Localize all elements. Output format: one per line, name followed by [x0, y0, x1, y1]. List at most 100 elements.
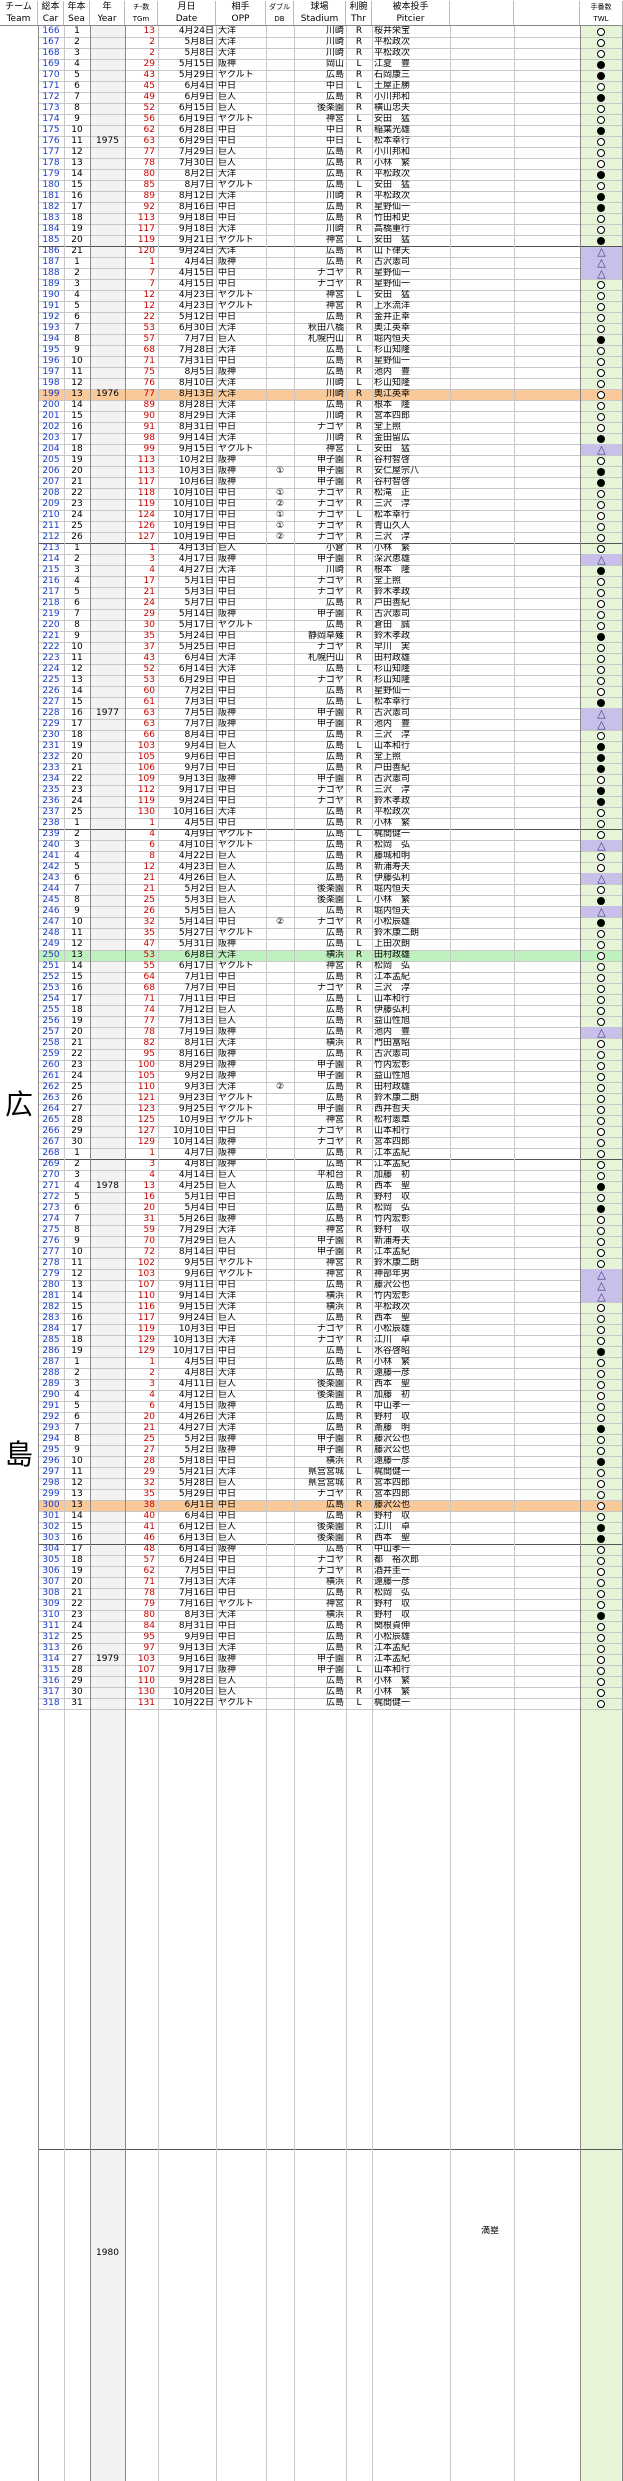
double-header [266, 686, 294, 697]
car-number: 237 [42, 807, 60, 817]
game-date: 9月17日 [178, 785, 214, 795]
stadium: 後楽園 [316, 1522, 344, 1532]
car-number: 224 [42, 664, 60, 674]
stadium: 甲子園 [316, 1236, 344, 1246]
loss-circle-icon [597, 1600, 605, 1609]
opponent: 中日 [218, 1203, 237, 1213]
double-header [266, 829, 294, 840]
opponent: 中日 [218, 994, 237, 1004]
pitcher-name: 横山忠夫 [374, 103, 411, 113]
game-date: 9月4日 [184, 741, 214, 751]
team-game: 24 [143, 598, 155, 608]
car-number: 306 [42, 1566, 60, 1576]
pitcher-name: 戸田善紀 [374, 763, 411, 773]
team-game: 85 [143, 180, 155, 190]
season-number: 3 [74, 1379, 80, 1389]
stadium: 広島 [325, 1412, 344, 1422]
game-date: 9月15日 [178, 1302, 214, 1312]
loss-circle-icon [597, 1215, 605, 1224]
double-header [266, 653, 294, 664]
car-number: 311 [42, 1621, 60, 1631]
pitcher-name: 平松政次 [374, 169, 411, 179]
team-game: 12 [143, 862, 155, 872]
season-number: 23 [71, 1610, 83, 1620]
loss-circle-icon [597, 1127, 605, 1136]
team-game: 112 [137, 785, 155, 795]
throw-hand: R [355, 433, 363, 443]
car-number: 313 [42, 1643, 60, 1653]
opponent: ヤクルト [218, 444, 254, 454]
throw-hand: R [355, 1159, 363, 1169]
season-number: 25 [71, 521, 83, 531]
loss-circle-icon [597, 808, 605, 817]
car-number: 244 [42, 884, 60, 894]
triangle-icon: △ [597, 1026, 606, 1039]
season-number: 26 [71, 1643, 83, 1653]
pitcher-name: 鈴木康二朗 [374, 928, 420, 938]
team-game: 13 [143, 1181, 155, 1191]
double-header [266, 257, 294, 268]
season-number: 26 [71, 1093, 83, 1103]
opponent: 巨人 [218, 334, 237, 344]
season-number: 1 [74, 26, 80, 36]
throw-hand: R [355, 1258, 363, 1268]
throw-hand: R [355, 499, 363, 509]
loss-circle-icon [597, 1248, 605, 1257]
opponent: 中日 [218, 1357, 237, 1367]
double-header [266, 1588, 294, 1599]
loss-circle-icon [597, 1589, 605, 1598]
pitcher-name: 星野仙一 [374, 202, 411, 212]
season-number: 10 [71, 125, 83, 135]
team-game: 107 [137, 1665, 155, 1675]
header-cell: 球場 [294, 1, 346, 13]
double-header [266, 1467, 294, 1478]
opponent: 中日 [218, 1621, 237, 1631]
team-game: 110 [137, 1082, 155, 1092]
pitcher-name: 鈴木康二朗 [374, 1258, 420, 1268]
throw-hand: R [355, 191, 363, 201]
game-date: 5月2日 [184, 1445, 214, 1455]
pitcher-name: 門田富昭 [374, 1038, 411, 1048]
car-number: 167 [42, 37, 60, 47]
double-header [266, 1291, 294, 1302]
loss-circle-icon [597, 1006, 605, 1015]
double-header [266, 785, 294, 796]
opponent: 大洋 [218, 26, 237, 36]
opponent: ヤクルト [218, 235, 254, 245]
team-game: 1 [149, 543, 155, 553]
pitcher-name: 上水流洋 [374, 301, 411, 311]
opponent: 中日 [218, 1489, 237, 1499]
header-cell: Year [90, 13, 125, 25]
game-date: 4月10日 [178, 840, 214, 850]
double-header [266, 796, 294, 807]
team-game: 53 [143, 950, 155, 960]
car-number: 273 [42, 1203, 60, 1213]
throw-hand: R [355, 103, 363, 113]
opponent: 中日 [218, 81, 237, 91]
loss-circle-icon [597, 1336, 605, 1345]
throw-hand: R [355, 1071, 363, 1081]
pitcher-name: 堀内恒夫 [374, 334, 411, 344]
game-date: 5月8日 [184, 48, 214, 58]
stadium: 神宮 [325, 235, 344, 245]
opponent: 阪神 [218, 466, 237, 476]
season-number: 4 [74, 576, 80, 586]
loss-circle-icon [597, 775, 605, 784]
car-number: 191 [42, 301, 60, 311]
team-game: 130 [137, 807, 155, 817]
double-header [266, 180, 294, 191]
column-divider [346, 26, 347, 2481]
pitcher-name: 小林 繁 [374, 895, 411, 905]
pitcher-name: 梶間健一 [374, 829, 411, 839]
season-number: 11 [71, 367, 83, 377]
car-number: 217 [42, 587, 60, 597]
season-number: 12 [71, 664, 83, 674]
pitcher-name: 梶間健一 [374, 1698, 411, 1708]
loss-circle-icon [597, 1699, 605, 1708]
season-number: 1 [74, 543, 80, 553]
stadium: 後楽園 [316, 1533, 344, 1543]
opponent: 阪神 [218, 1654, 237, 1664]
game-date: 6月17日 [178, 961, 214, 971]
opponent: ヤクルト [218, 1258, 254, 1268]
stadium: 甲子園 [316, 1071, 344, 1081]
